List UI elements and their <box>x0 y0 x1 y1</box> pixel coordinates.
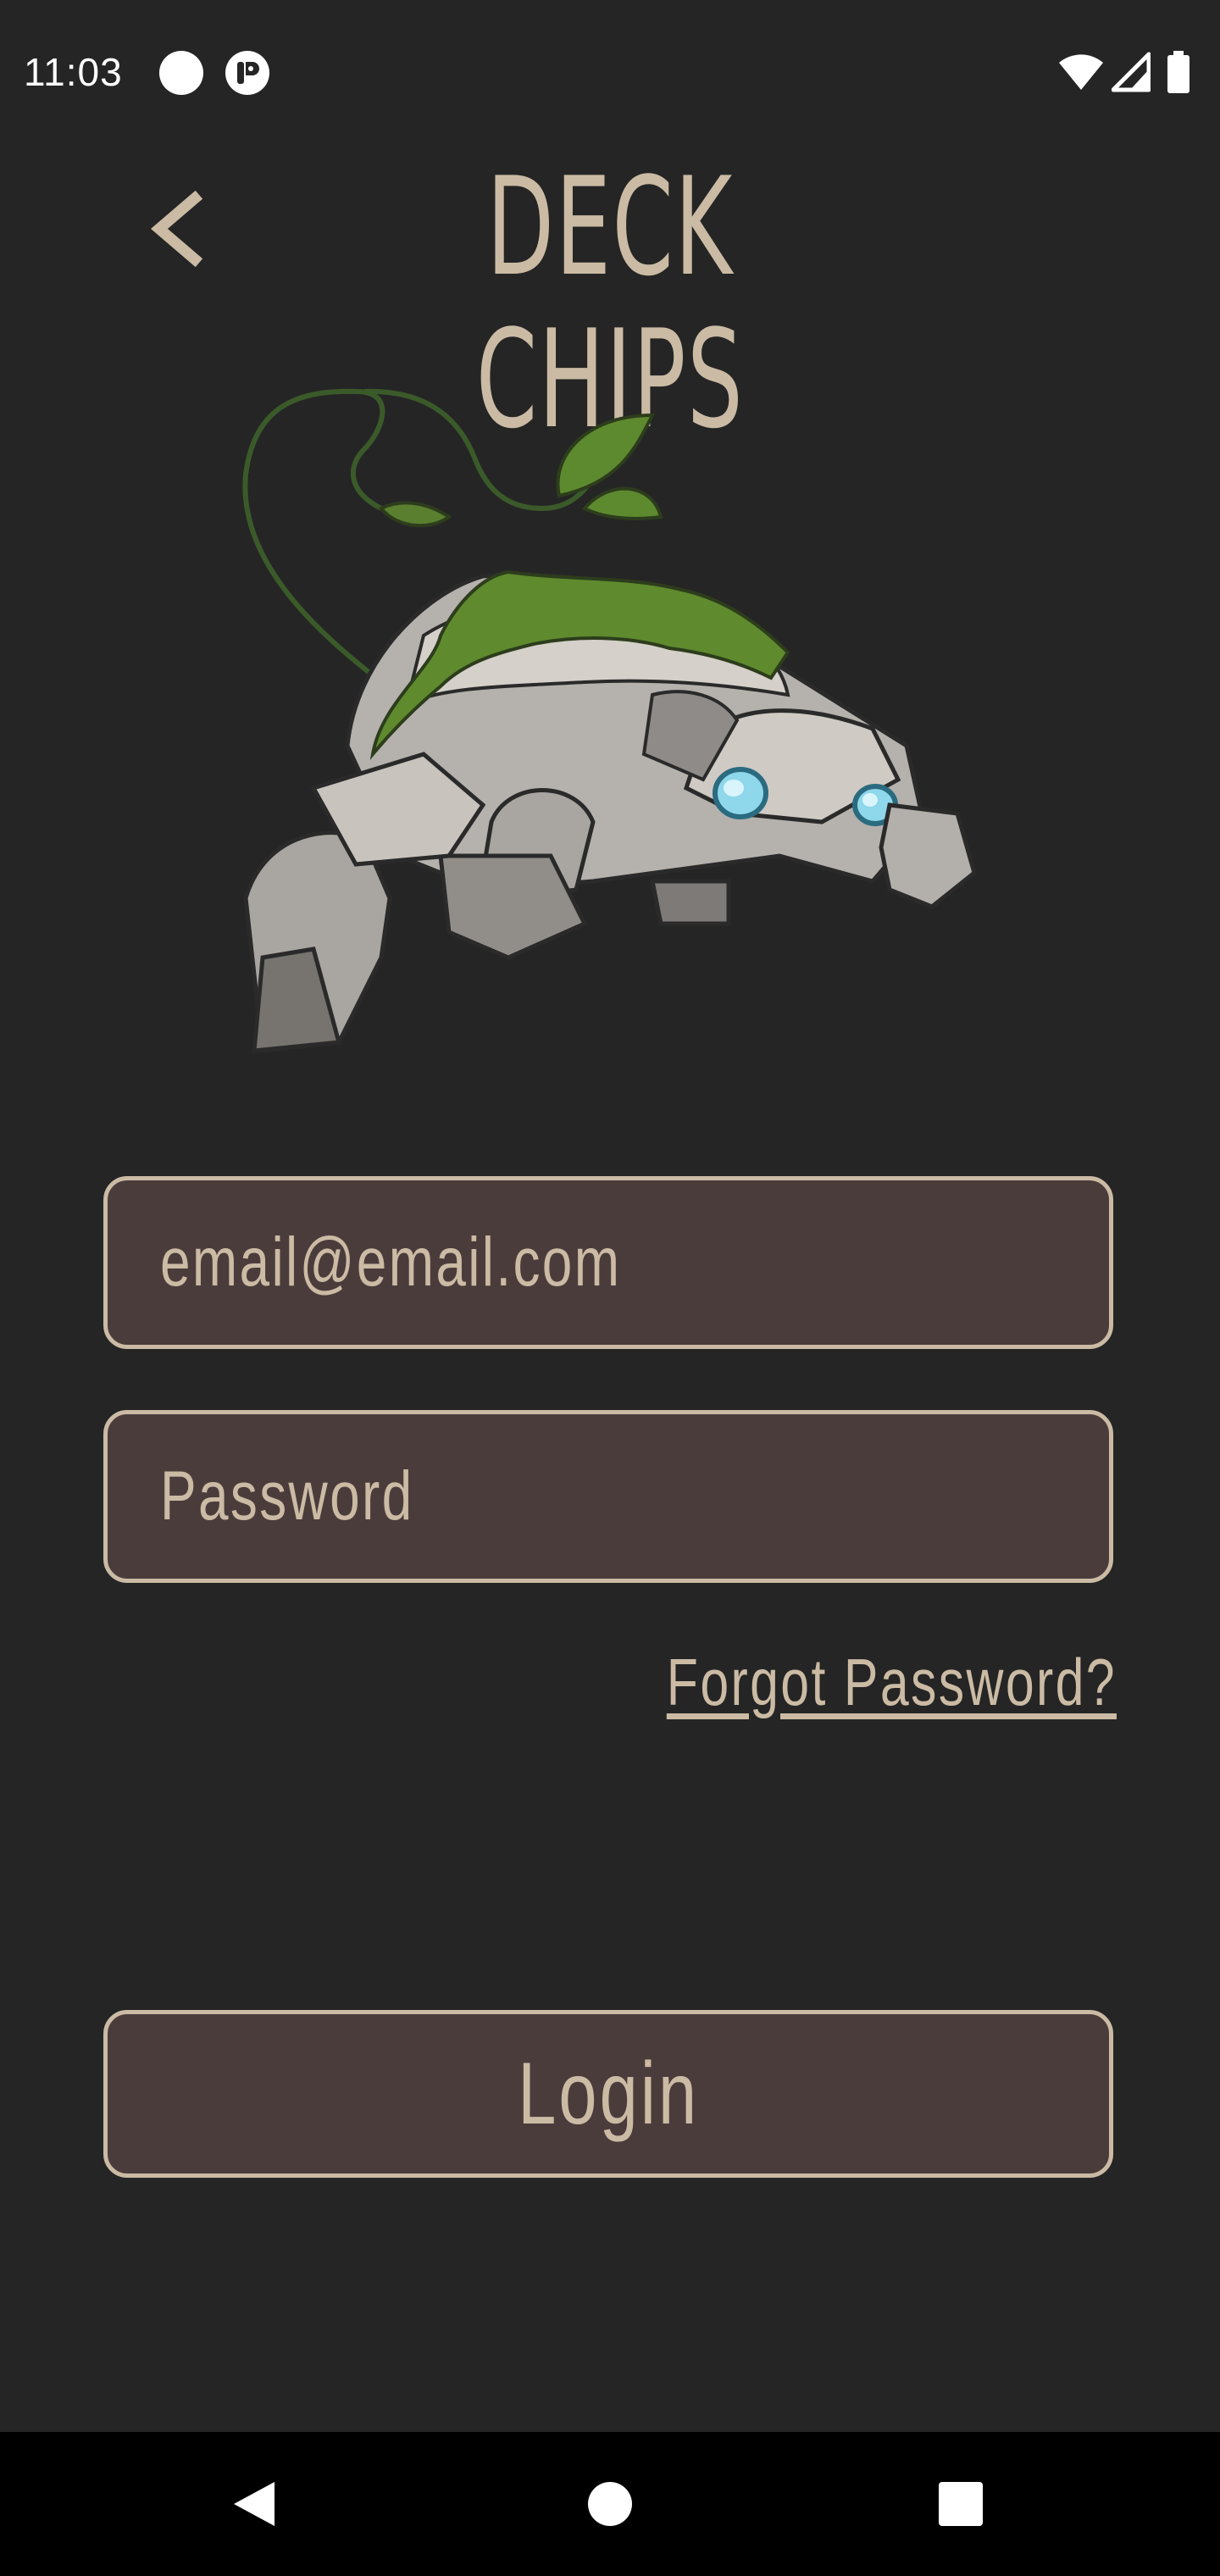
status-icons <box>1057 51 1201 95</box>
nav-back-button[interactable] <box>186 2432 322 2576</box>
forgot-password-link[interactable]: Forgot Password? <box>667 1644 1117 1721</box>
password-field[interactable]: Password <box>103 1410 1113 1583</box>
nav-home-button[interactable] <box>542 2432 678 2576</box>
password-placeholder: Password <box>160 1457 414 1535</box>
status-bar: 11:03 <box>0 0 1220 146</box>
login-button-label: Login <box>517 2044 700 2143</box>
battery-icon <box>1167 51 1190 93</box>
nav-recents-icon <box>939 2482 983 2526</box>
nav-recents-button[interactable] <box>893 2432 1029 2576</box>
app-title: DECK CHIPS <box>475 147 745 458</box>
rock-golem-illustration <box>242 388 977 1053</box>
cell-signal-icon <box>1112 52 1151 92</box>
chevron-left-icon <box>151 190 203 268</box>
nav-home-icon <box>588 2482 632 2526</box>
wifi-icon <box>1059 54 1103 90</box>
email-value: email@email.com <box>160 1224 622 1301</box>
system-nav-bar <box>0 2432 1220 2576</box>
nav-back-icon <box>234 2482 274 2526</box>
back-button[interactable] <box>136 181 212 275</box>
login-button[interactable]: Login <box>103 2010 1113 2178</box>
status-time: 11:03 <box>24 50 123 94</box>
notification-dot-icon <box>159 51 203 95</box>
app-notification-icon <box>225 51 269 95</box>
email-field[interactable]: email@email.com <box>103 1176 1113 1349</box>
